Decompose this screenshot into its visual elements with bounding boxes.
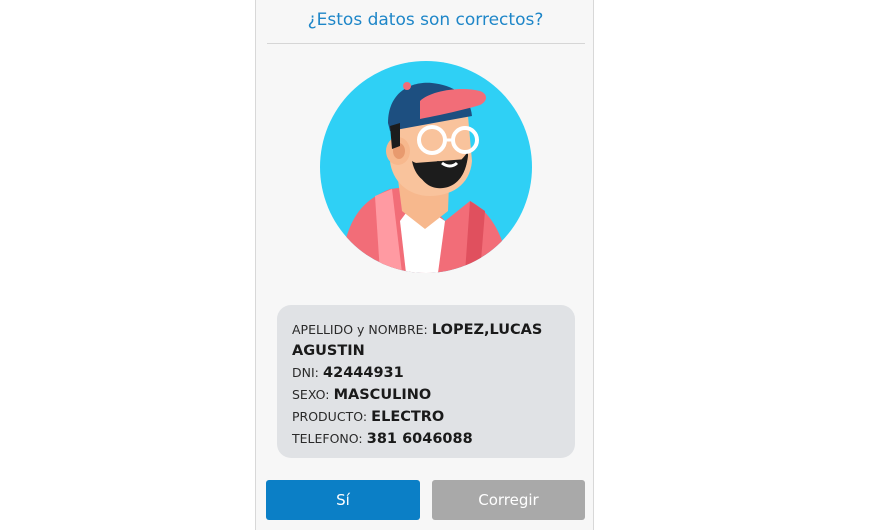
confirm-button[interactable]: Sí: [266, 480, 420, 520]
field-value-telefono: 381 6046088: [366, 431, 473, 447]
field-label-dni: DNI:: [292, 365, 319, 380]
confirmation-dialog: ¿Estos datos son correctos? APELLIDO y N…: [255, 0, 594, 530]
title-divider: [267, 43, 585, 44]
field-row-name: APELLIDO y NOMBRE: LOPEZ,LUCAS AGUSTIN: [292, 319, 560, 362]
user-info-card: APELLIDO y NOMBRE: LOPEZ,LUCAS AGUSTIN D…: [277, 305, 575, 458]
field-value-dni: 42444931: [323, 365, 404, 381]
field-label-sexo: SEXO:: [292, 387, 330, 402]
dialog-title: ¿Estos datos son correctos?: [307, 10, 544, 30]
field-label-name: APELLIDO y NOMBRE:: [292, 322, 428, 337]
field-value-sexo: MASCULINO: [333, 387, 432, 403]
field-value-producto: ELECTRO: [371, 409, 445, 425]
field-row-telefono: TELEFONO: 381 6046088: [292, 428, 560, 450]
field-row-sexo: SEXO: MASCULINO: [292, 384, 560, 406]
field-row-producto: PRODUCTO: ELECTRO: [292, 406, 560, 428]
field-row-dni: DNI: 42444931: [292, 362, 560, 384]
user-avatar-illustration: [320, 61, 532, 273]
field-label-producto: PRODUCTO:: [292, 409, 368, 424]
field-label-telefono: TELEFONO:: [292, 431, 363, 446]
correct-button[interactable]: Corregir: [432, 480, 585, 520]
